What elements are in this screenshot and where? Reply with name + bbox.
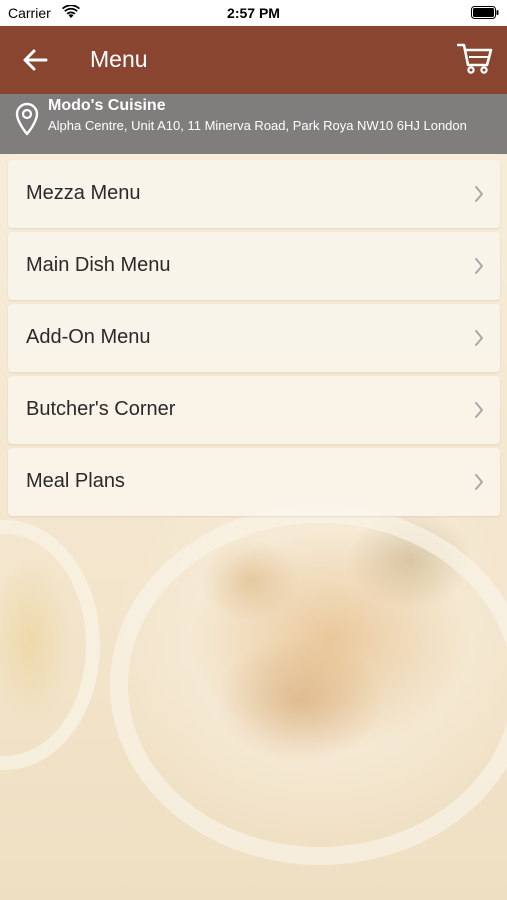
chevron-right-icon xyxy=(475,330,483,346)
menu-item-label: Add-On Menu xyxy=(26,326,151,348)
plate-left-decoration xyxy=(0,520,100,770)
menu-item-label: Mezza Menu xyxy=(26,182,141,204)
chevron-right-icon xyxy=(475,186,483,202)
restaurant-name: Modo's Cuisine xyxy=(48,97,166,114)
cart-icon[interactable] xyxy=(457,41,493,75)
chevron-right-icon xyxy=(475,402,483,418)
nav-bar: Menu xyxy=(0,26,507,94)
page-title: Menu xyxy=(90,46,148,72)
menu-item-mezza[interactable]: Mezza Menu xyxy=(8,160,500,228)
chevron-right-icon xyxy=(475,474,483,490)
menu-item-label: Main Dish Menu xyxy=(26,254,171,276)
restaurant-address: Alpha Centre, Unit A10, 11 Minerva Road,… xyxy=(48,118,467,133)
battery-icon xyxy=(471,6,499,19)
menu-item-add-on[interactable]: Add-On Menu xyxy=(8,304,500,372)
menu-item-butchers-corner[interactable]: Butcher's Corner xyxy=(8,376,500,444)
map-pin-icon xyxy=(15,102,39,136)
menu-item-meal-plans[interactable]: Meal Plans xyxy=(8,448,500,516)
status-time: 2:57 PM xyxy=(227,5,280,21)
menu-item-label: Butcher's Corner xyxy=(26,398,176,420)
menu-item-label: Meal Plans xyxy=(26,470,125,492)
menu-item-main-dish[interactable]: Main Dish Menu xyxy=(8,232,500,300)
plate-decoration xyxy=(110,505,507,865)
status-bar: Carrier 2:57 PM xyxy=(0,0,507,26)
arrow-left-icon[interactable] xyxy=(20,46,50,74)
chevron-right-icon xyxy=(475,258,483,274)
menu-list: Mezza Menu Main Dish Menu Add-On Menu Bu… xyxy=(8,160,500,520)
restaurant-info-bar[interactable]: Modo's Cuisine Alpha Centre, Unit A10, 1… xyxy=(0,94,507,154)
